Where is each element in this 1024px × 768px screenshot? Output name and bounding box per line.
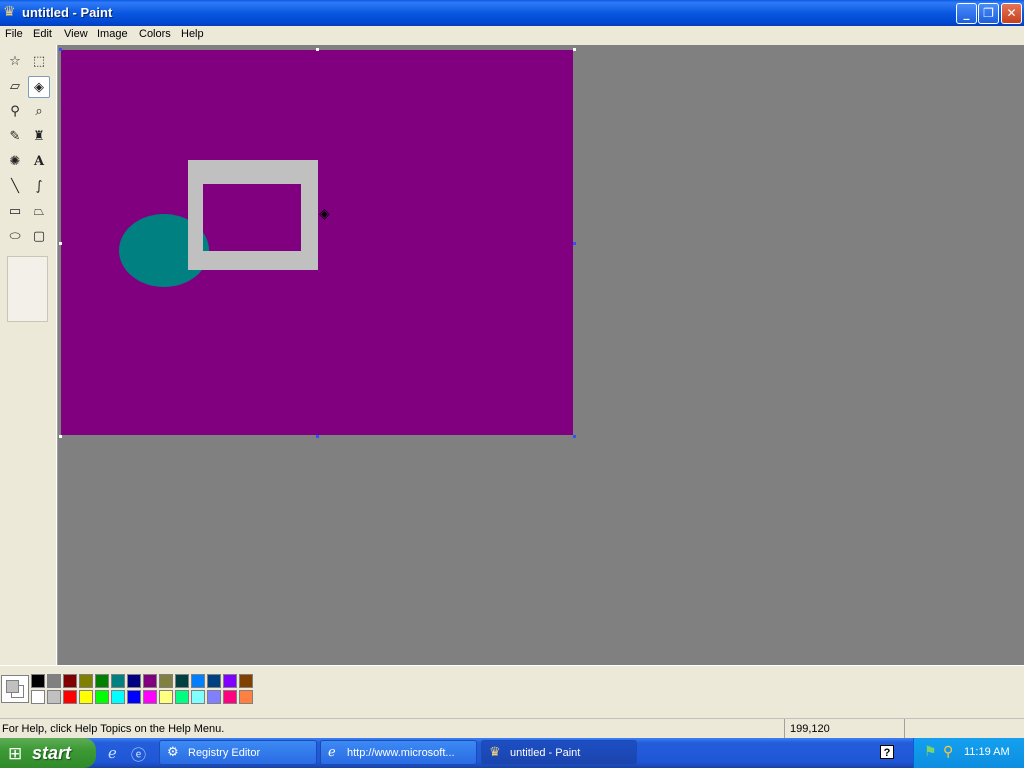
network-icon[interactable]: ⚑ [924,744,937,760]
color-swatch[interactable] [31,674,45,688]
tool-options-box[interactable] [7,256,48,322]
color-swatch[interactable] [143,674,157,688]
resize-handle [573,48,576,51]
ie-icon: ℯ [328,745,336,760]
menu-bar: File Edit View Image Colors Help [0,26,1024,45]
start-label: start [32,743,72,763]
status-help-text: For Help, click Help Topics on the Help … [2,723,225,735]
color-swatch[interactable] [191,674,205,688]
window-title: untitled - Paint [22,5,113,20]
color-swatch[interactable] [111,690,125,704]
color-swatch[interactable] [79,674,93,688]
system-tray: ⚑ ⚲ 11:19 AM [913,738,1024,768]
color-swatch[interactable] [239,690,253,704]
menu-view[interactable]: View [64,28,88,40]
color-swatch[interactable] [159,690,173,704]
cursor-coordinates: 199,120 [784,719,904,738]
ie2-quicklaunch-icon[interactable]: ⓔ [131,744,146,765]
ie-quicklaunch-icon[interactable]: ℯ [108,744,117,762]
magnifier-icon[interactable]: ⌕ [28,101,50,123]
status-bar: For Help, click Help Topics on the Help … [0,718,1024,738]
polygon-icon[interactable]: ⏢ [28,201,50,223]
color-swatch[interactable] [127,690,141,704]
resize-handle-bottom[interactable] [316,435,319,438]
pick-color-icon[interactable]: ⚲ [4,101,26,123]
rect-select-icon[interactable]: ⬚ [28,51,50,73]
color-swatch[interactable] [175,690,189,704]
paint-icon: ♛ [3,4,16,20]
resize-handle [316,48,319,51]
color-box [0,665,1024,713]
fill-cursor-icon: ◈ [319,206,330,222]
windows-logo-icon: ⊞ [8,744,23,764]
airbrush-icon[interactable]: ✺ [4,151,26,173]
color-swatch[interactable] [47,690,61,704]
color-swatch[interactable] [223,674,237,688]
maximize-button[interactable]: ❐ [978,3,999,24]
search-icon[interactable]: ⚲ [943,744,953,760]
clock: 11:19 AM [964,746,1010,758]
resize-handle [59,242,62,245]
task-paint[interactable]: ♛ untitled - Paint [481,740,637,765]
eraser-icon[interactable]: ▱ [4,76,26,98]
resize-handle-right[interactable] [573,242,576,245]
pencil-icon[interactable]: ✎ [4,126,26,148]
color-swatch[interactable] [207,690,221,704]
drawing-canvas[interactable]: ◈ [61,50,573,435]
start-button[interactable]: ⊞ start [0,738,96,768]
ellipse-icon[interactable]: ⬭ [4,226,26,248]
color-swatch[interactable] [239,674,253,688]
color-swatch[interactable] [223,690,237,704]
resize-handle-corner[interactable] [573,435,576,438]
color-swatch[interactable] [63,674,77,688]
color-swatch[interactable] [79,690,93,704]
color-swatch[interactable] [159,674,173,688]
color-swatch[interactable] [47,674,61,688]
title-bar: ♛ untitled - Paint _ ❐ ✕ [0,0,1024,26]
tool-box: ☆ ⬚ ▱ ◈ ⚲ ⌕ ✎ ♜ ✺ A ╲ ∫ ▭ ⏢ ⬭ ▢ [0,45,57,665]
resize-handle [59,48,62,51]
paint-icon: ♛ [489,745,501,760]
gray-rectangle-frame [188,160,318,270]
selection-size [904,719,1024,738]
menu-file[interactable]: File [5,28,23,40]
color-swatch[interactable] [95,674,109,688]
rounded-rectangle-icon[interactable]: ▢ [28,226,50,248]
color-swatch[interactable] [207,674,221,688]
close-button[interactable]: ✕ [1001,3,1022,24]
foreground-color [6,680,19,693]
color-swatch[interactable] [143,690,157,704]
menu-help[interactable]: Help [181,28,204,40]
text-icon[interactable]: A [28,151,50,173]
task-registry-editor[interactable]: ⚙ Registry Editor [159,740,317,765]
color-swatch[interactable] [31,690,45,704]
curve-icon[interactable]: ∫ [28,176,50,198]
line-icon[interactable]: ╲ [4,176,26,198]
brush-icon[interactable]: ♜ [28,126,50,148]
taskbar: ⊞ start ℯ ⓔ ⚙ Registry Editor ℯ http://w… [0,738,1024,768]
color-swatch[interactable] [191,690,205,704]
menu-edit[interactable]: Edit [33,28,52,40]
free-form-select-icon[interactable]: ☆ [4,51,26,73]
rectangle-icon[interactable]: ▭ [4,201,26,223]
menu-colors[interactable]: Colors [139,28,171,40]
color-swatch[interactable] [127,674,141,688]
minimize-button[interactable]: _ [956,3,977,24]
registry-icon: ⚙ [167,745,179,760]
color-swatch[interactable] [175,674,189,688]
fill-with-color-icon[interactable]: ◈ [28,76,50,98]
help-icon[interactable]: ? [880,745,894,759]
task-browser[interactable]: ℯ http://www.microsoft... [320,740,477,765]
menu-image[interactable]: Image [97,28,128,40]
color-swatch[interactable] [111,674,125,688]
color-swatch[interactable] [63,690,77,704]
resize-handle [59,435,62,438]
color-swatch[interactable] [95,690,109,704]
current-colors[interactable] [1,675,29,703]
